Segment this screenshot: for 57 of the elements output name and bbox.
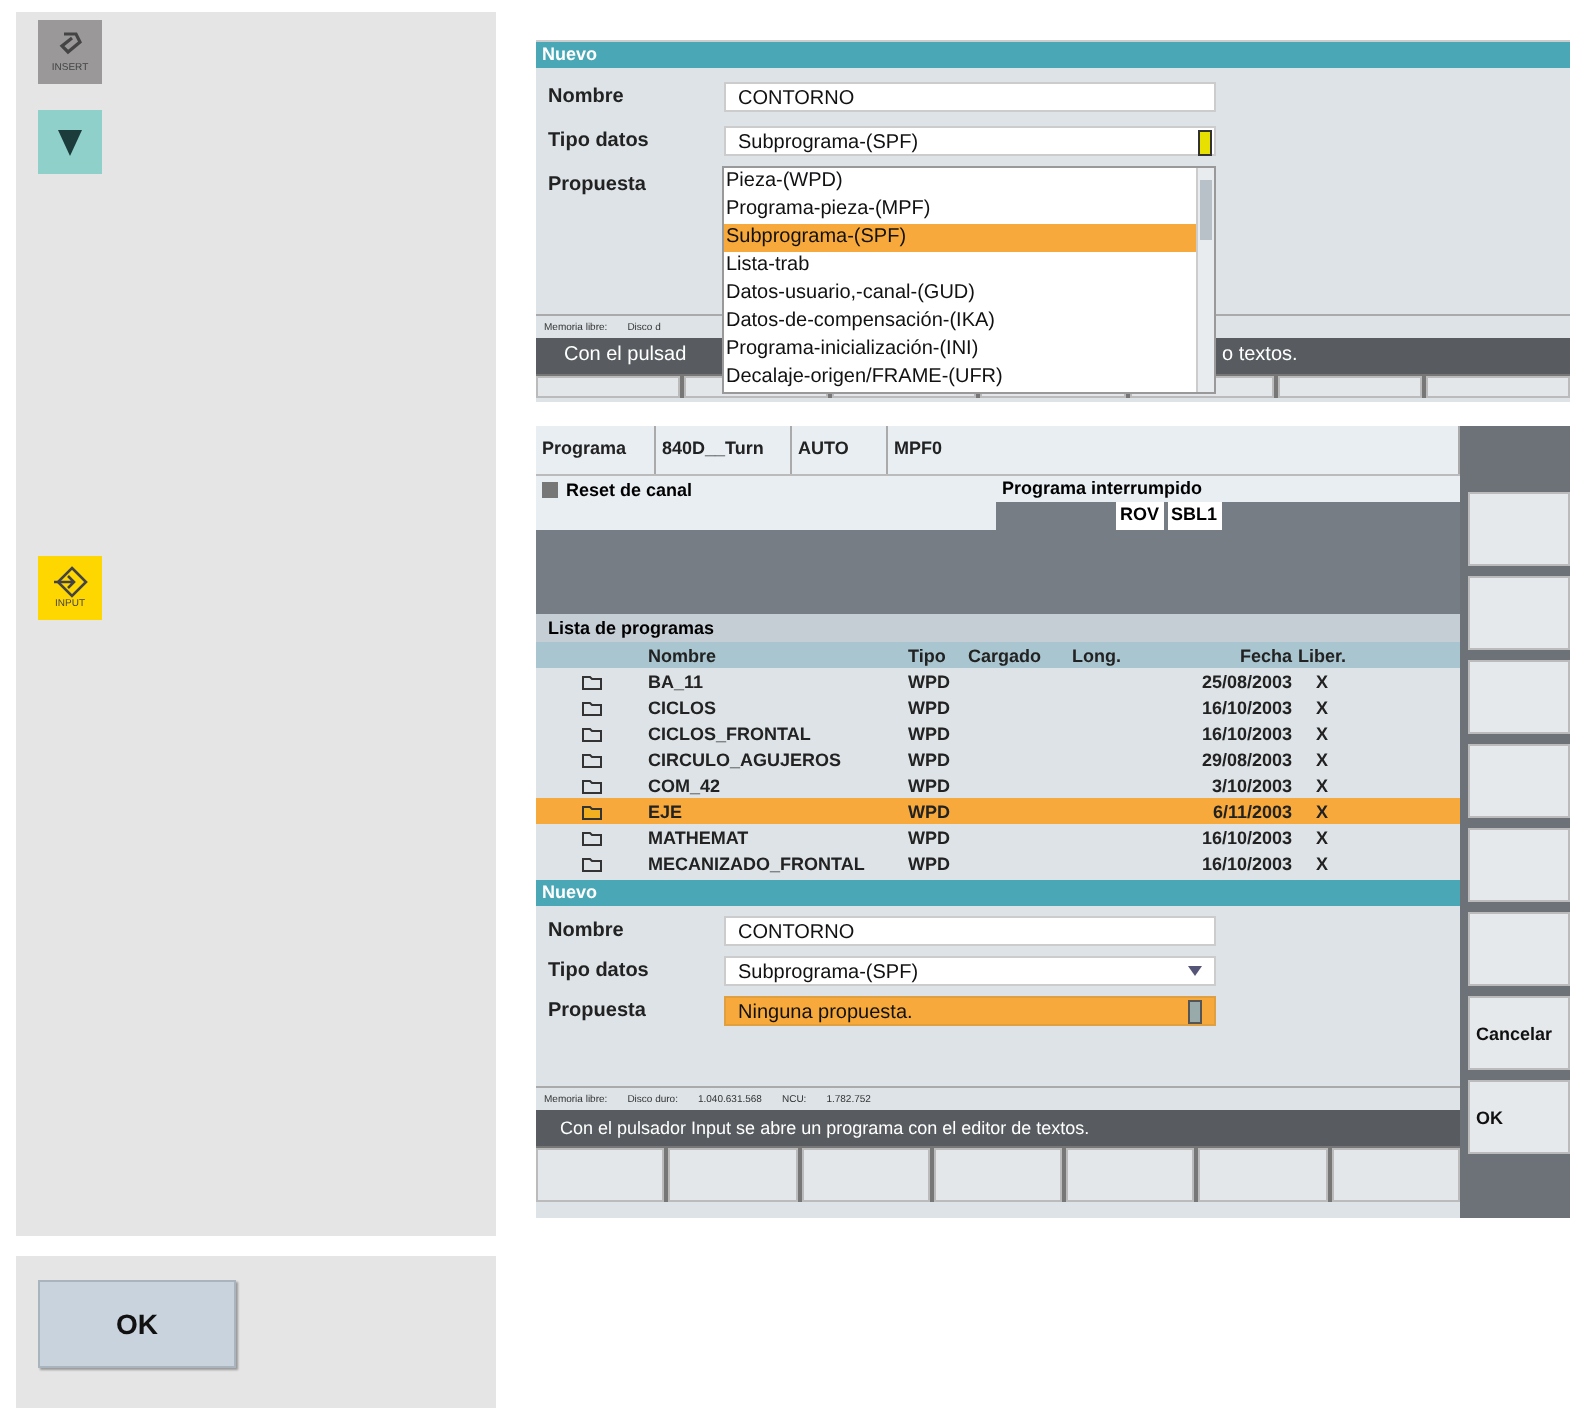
table-cell-text: EJE bbox=[648, 801, 685, 821]
channel-name: 840D__Turn bbox=[656, 426, 792, 474]
table-cell-text: WPD bbox=[908, 801, 952, 821]
table-cell-text: WPD bbox=[908, 853, 952, 873]
field-label: Propuesta bbox=[548, 999, 648, 1021]
status-text: Con el pulsad bbox=[564, 344, 687, 368]
column-header: Tipo bbox=[908, 645, 948, 665]
program-label: Programa bbox=[536, 426, 656, 474]
column-header: Liber. bbox=[1295, 645, 1348, 665]
table-cell-text: X bbox=[1313, 749, 1330, 769]
table-cell-text: 16/10/2003 bbox=[1199, 723, 1292, 743]
table-cell-text: WPD bbox=[908, 697, 952, 717]
table-cell-text: 16/10/2003 bbox=[1199, 853, 1292, 873]
mode-label: AUTO bbox=[792, 426, 888, 474]
flag-label: SBL1 bbox=[1167, 502, 1222, 530]
column-header: Long. bbox=[1072, 645, 1123, 665]
column-header: Nombre bbox=[648, 645, 719, 665]
table-cell-text: WPD bbox=[908, 749, 952, 769]
list-title: Lista de programas bbox=[536, 614, 1460, 642]
column-header: Cargado bbox=[968, 645, 1044, 665]
table-cell-text: CICLOS_FRONTAL bbox=[648, 723, 813, 743]
table-cell-text: WPD bbox=[908, 775, 952, 795]
dialog-title: Nuevo bbox=[536, 880, 1460, 906]
table-cell-text: COM_42 bbox=[648, 775, 723, 795]
table-cell-text: X bbox=[1313, 775, 1330, 795]
table-cell-text: 3/10/2003 bbox=[1209, 775, 1292, 795]
table-cell-text: CICLOS bbox=[648, 697, 719, 717]
field-label: Tipo datos bbox=[548, 129, 651, 151]
table-cell-text: 29/08/2003 bbox=[1199, 749, 1292, 769]
field-label: Tipo datos bbox=[548, 959, 651, 981]
table-cell-text: 16/10/2003 bbox=[1199, 697, 1292, 717]
table-cell-text: 25/08/2003 bbox=[1199, 671, 1292, 691]
status-text: o textos. bbox=[1222, 344, 1298, 366]
table-cell-text: 6/11/2003 bbox=[1210, 801, 1292, 821]
table-cell-text: X bbox=[1313, 697, 1330, 717]
field-label: Nombre bbox=[548, 919, 626, 941]
field-label: Nombre bbox=[548, 85, 626, 107]
status-text: Con el pulsador Input se abre un programa con el editor de textos. bbox=[560, 1118, 1090, 1138]
table-cell-text: X bbox=[1313, 671, 1330, 691]
flag-label: ROV bbox=[1116, 502, 1164, 530]
table-cell-text: BA_11 bbox=[648, 671, 706, 691]
table-cell-text: WPD bbox=[908, 723, 952, 743]
program-name: MPF0 bbox=[888, 426, 1460, 474]
table-cell-text: X bbox=[1313, 723, 1330, 743]
table-cell-text: 16/10/2003 bbox=[1199, 827, 1292, 847]
table-cell-text: WPD bbox=[908, 671, 952, 691]
channel-status: Reset de canal bbox=[566, 479, 693, 499]
table-cell-text: X bbox=[1313, 827, 1330, 847]
table-cell-text: MECANIZADO_FRONTAL bbox=[648, 853, 867, 873]
table-cell-text: WPD bbox=[908, 827, 952, 847]
table-cell-text: X bbox=[1313, 801, 1330, 821]
table-cell-text: CIRCULO_AGUJEROS bbox=[648, 749, 844, 769]
dialog-title: Nuevo bbox=[536, 42, 1570, 68]
table-cell-text: MATHEMAT bbox=[648, 827, 751, 847]
field-label: Propuesta bbox=[548, 173, 648, 195]
column-header: Fecha bbox=[1237, 645, 1292, 665]
table-cell-text: X bbox=[1313, 853, 1330, 873]
